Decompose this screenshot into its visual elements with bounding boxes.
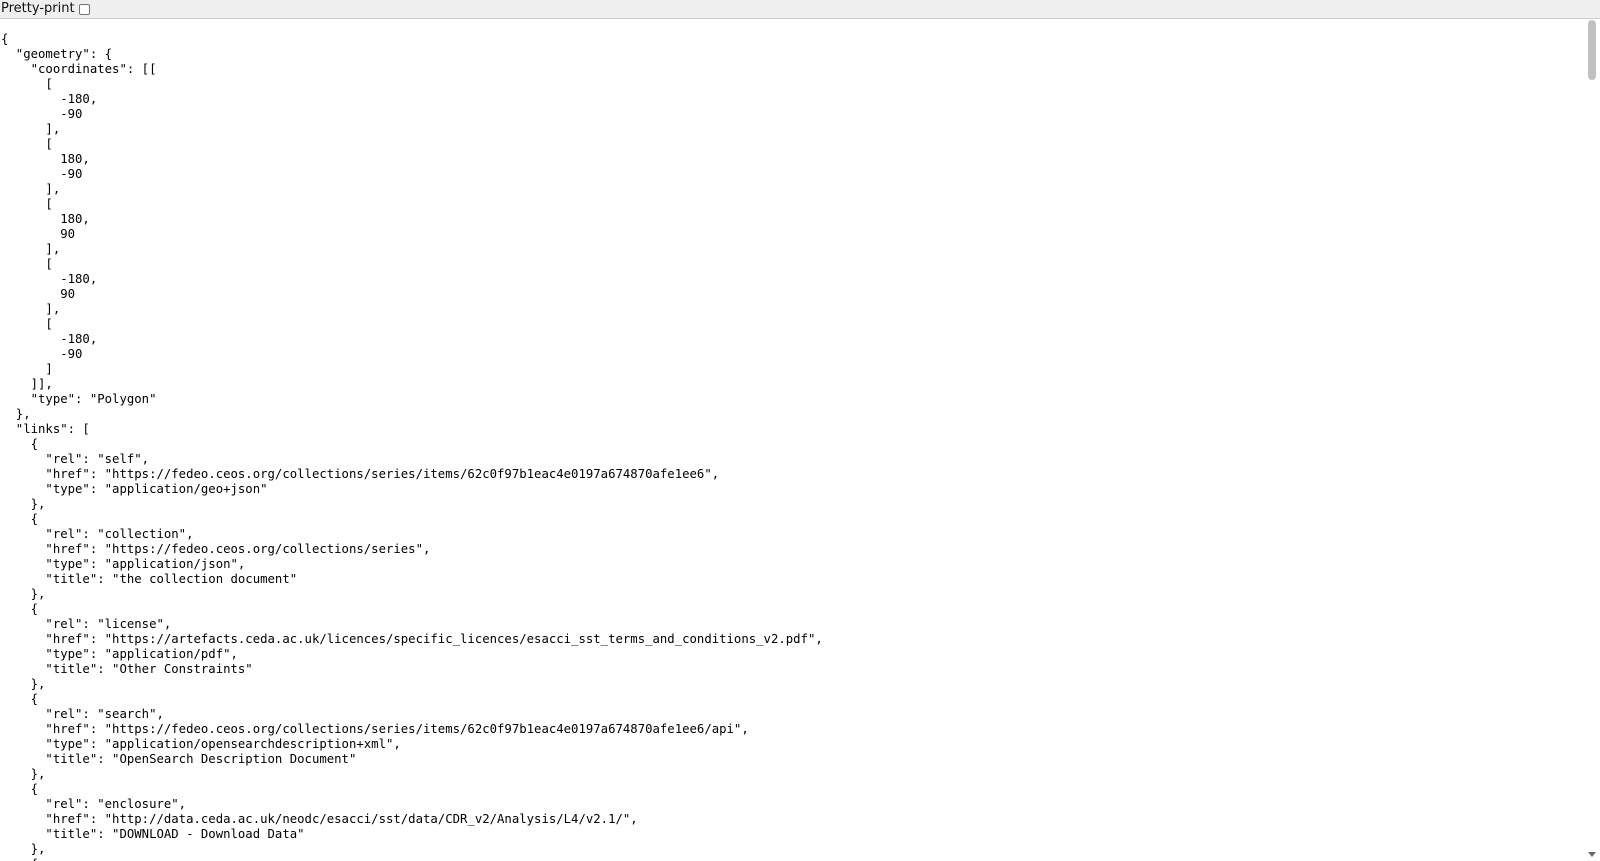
scrollbar-thumb[interactable]	[1588, 20, 1596, 80]
scroll-down-arrow-icon[interactable]	[1588, 852, 1596, 857]
json-viewer: { "geometry": { "coordinates": [[ [ -180…	[0, 20, 1585, 861]
pretty-print-checkbox[interactable]	[78, 3, 90, 15]
pretty-print-toolbar: Pretty-print	[0, 0, 1600, 19]
pretty-print-toggle[interactable]: Pretty-print	[0, 0, 90, 18]
vertical-scrollbar[interactable]	[1585, 20, 1600, 861]
pretty-print-label: Pretty-print	[1, 1, 75, 16]
raw-json-text: { "geometry": { "coordinates": [[ [ -180…	[1, 32, 823, 861]
